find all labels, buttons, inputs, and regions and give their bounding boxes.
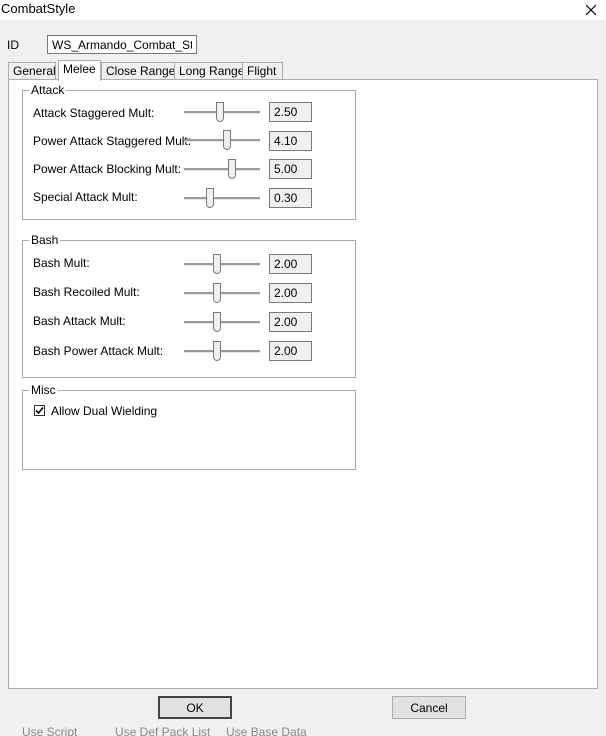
id-input[interactable] bbox=[47, 35, 197, 54]
attack-group-title: Attack bbox=[29, 83, 67, 97]
special-attack-mult-label: Special Attack Mult: bbox=[33, 190, 138, 204]
power-attack-blocking-mult-slider[interactable] bbox=[184, 159, 260, 179]
bash-group: Bash Bash Mult: 2.00 Bash Recoiled Mult:… bbox=[22, 233, 356, 378]
slider-track bbox=[184, 197, 260, 200]
bash-group-title: Bash bbox=[29, 233, 61, 247]
tab-close-range[interactable]: Close Range bbox=[101, 62, 178, 80]
allow-dual-wielding-label: Allow Dual Wielding bbox=[51, 404, 158, 418]
background-item-use-def-pack-list: Use Def Pack List bbox=[115, 725, 211, 736]
background-item-use-base-data: Use Base Data bbox=[226, 725, 307, 736]
checkmark-icon bbox=[35, 406, 44, 415]
bash-power-attack-mult-slider[interactable] bbox=[184, 341, 260, 361]
slider-track bbox=[184, 350, 260, 353]
slider-thumb[interactable] bbox=[213, 312, 222, 332]
slider-thumb[interactable] bbox=[213, 254, 222, 274]
slider-thumb[interactable] bbox=[213, 341, 222, 361]
background-window-strip: Use Script Use Def Pack List Use Base Da… bbox=[0, 720, 606, 736]
ok-button[interactable]: OK bbox=[158, 696, 232, 719]
bash-attack-mult-slider[interactable] bbox=[184, 312, 260, 332]
tab-long-range[interactable]: Long Range bbox=[174, 62, 247, 80]
bash-attack-mult-label: Bash Attack Mult: bbox=[33, 314, 126, 328]
slider-track bbox=[184, 263, 260, 266]
special-attack-mult-slider[interactable] bbox=[184, 188, 260, 208]
cancel-button[interactable]: Cancel bbox=[392, 696, 466, 719]
misc-group: Misc Allow Dual Wielding bbox=[22, 383, 356, 470]
special-attack-mult-value: 0.30 bbox=[269, 188, 312, 208]
title-bar: CombatStyle bbox=[0, 0, 606, 20]
allow-dual-wielding-checkbox[interactable] bbox=[34, 405, 45, 416]
close-button[interactable] bbox=[576, 0, 606, 20]
power-attack-blocking-mult-value: 5.00 bbox=[269, 159, 312, 179]
bash-recoiled-mult-slider[interactable] bbox=[184, 283, 260, 303]
slider-track bbox=[184, 292, 260, 295]
slider-track bbox=[184, 139, 260, 142]
tab-flight[interactable]: Flight bbox=[242, 62, 283, 80]
bash-power-attack-mult-label: Bash Power Attack Mult: bbox=[33, 344, 164, 358]
slider-thumb[interactable] bbox=[223, 130, 232, 150]
power-attack-blocking-mult-label: Power Attack Blocking Mult: bbox=[33, 162, 182, 176]
bash-attack-mult-value: 2.00 bbox=[269, 312, 312, 332]
tab-general[interactable]: General bbox=[8, 62, 56, 80]
attack-staggered-mult-slider[interactable] bbox=[184, 102, 260, 122]
slider-thumb[interactable] bbox=[205, 188, 214, 208]
close-icon bbox=[585, 4, 597, 16]
id-label: ID bbox=[7, 38, 19, 52]
bash-recoiled-mult-value: 2.00 bbox=[269, 283, 312, 303]
slider-thumb[interactable] bbox=[213, 283, 222, 303]
window-title: CombatStyle bbox=[1, 1, 76, 16]
slider-thumb[interactable] bbox=[215, 102, 224, 122]
attack-staggered-mult-label: Attack Staggered Mult: bbox=[33, 106, 155, 120]
bash-power-attack-mult-value: 2.00 bbox=[269, 341, 312, 361]
bash-recoiled-mult-label: Bash Recoiled Mult: bbox=[33, 285, 140, 299]
misc-group-title: Misc bbox=[29, 383, 58, 397]
power-attack-staggered-mult-slider[interactable] bbox=[184, 130, 260, 150]
attack-group: Attack Attack Staggered Mult: 2.50 Power… bbox=[22, 83, 356, 220]
power-attack-staggered-mult-label: Power Attack Staggered Mult: bbox=[33, 134, 192, 148]
attack-staggered-mult-value: 2.50 bbox=[269, 102, 312, 122]
slider-track bbox=[184, 321, 260, 324]
bash-mult-label: Bash Mult: bbox=[33, 256, 90, 270]
slider-track bbox=[184, 168, 260, 171]
tab-melee[interactable]: Melee bbox=[58, 60, 101, 81]
bash-mult-value: 2.00 bbox=[269, 254, 312, 274]
power-attack-staggered-mult-value: 4.10 bbox=[269, 131, 312, 151]
bash-mult-slider[interactable] bbox=[184, 254, 260, 274]
slider-thumb[interactable] bbox=[227, 159, 236, 179]
background-item-use-script: Use Script bbox=[22, 725, 78, 736]
